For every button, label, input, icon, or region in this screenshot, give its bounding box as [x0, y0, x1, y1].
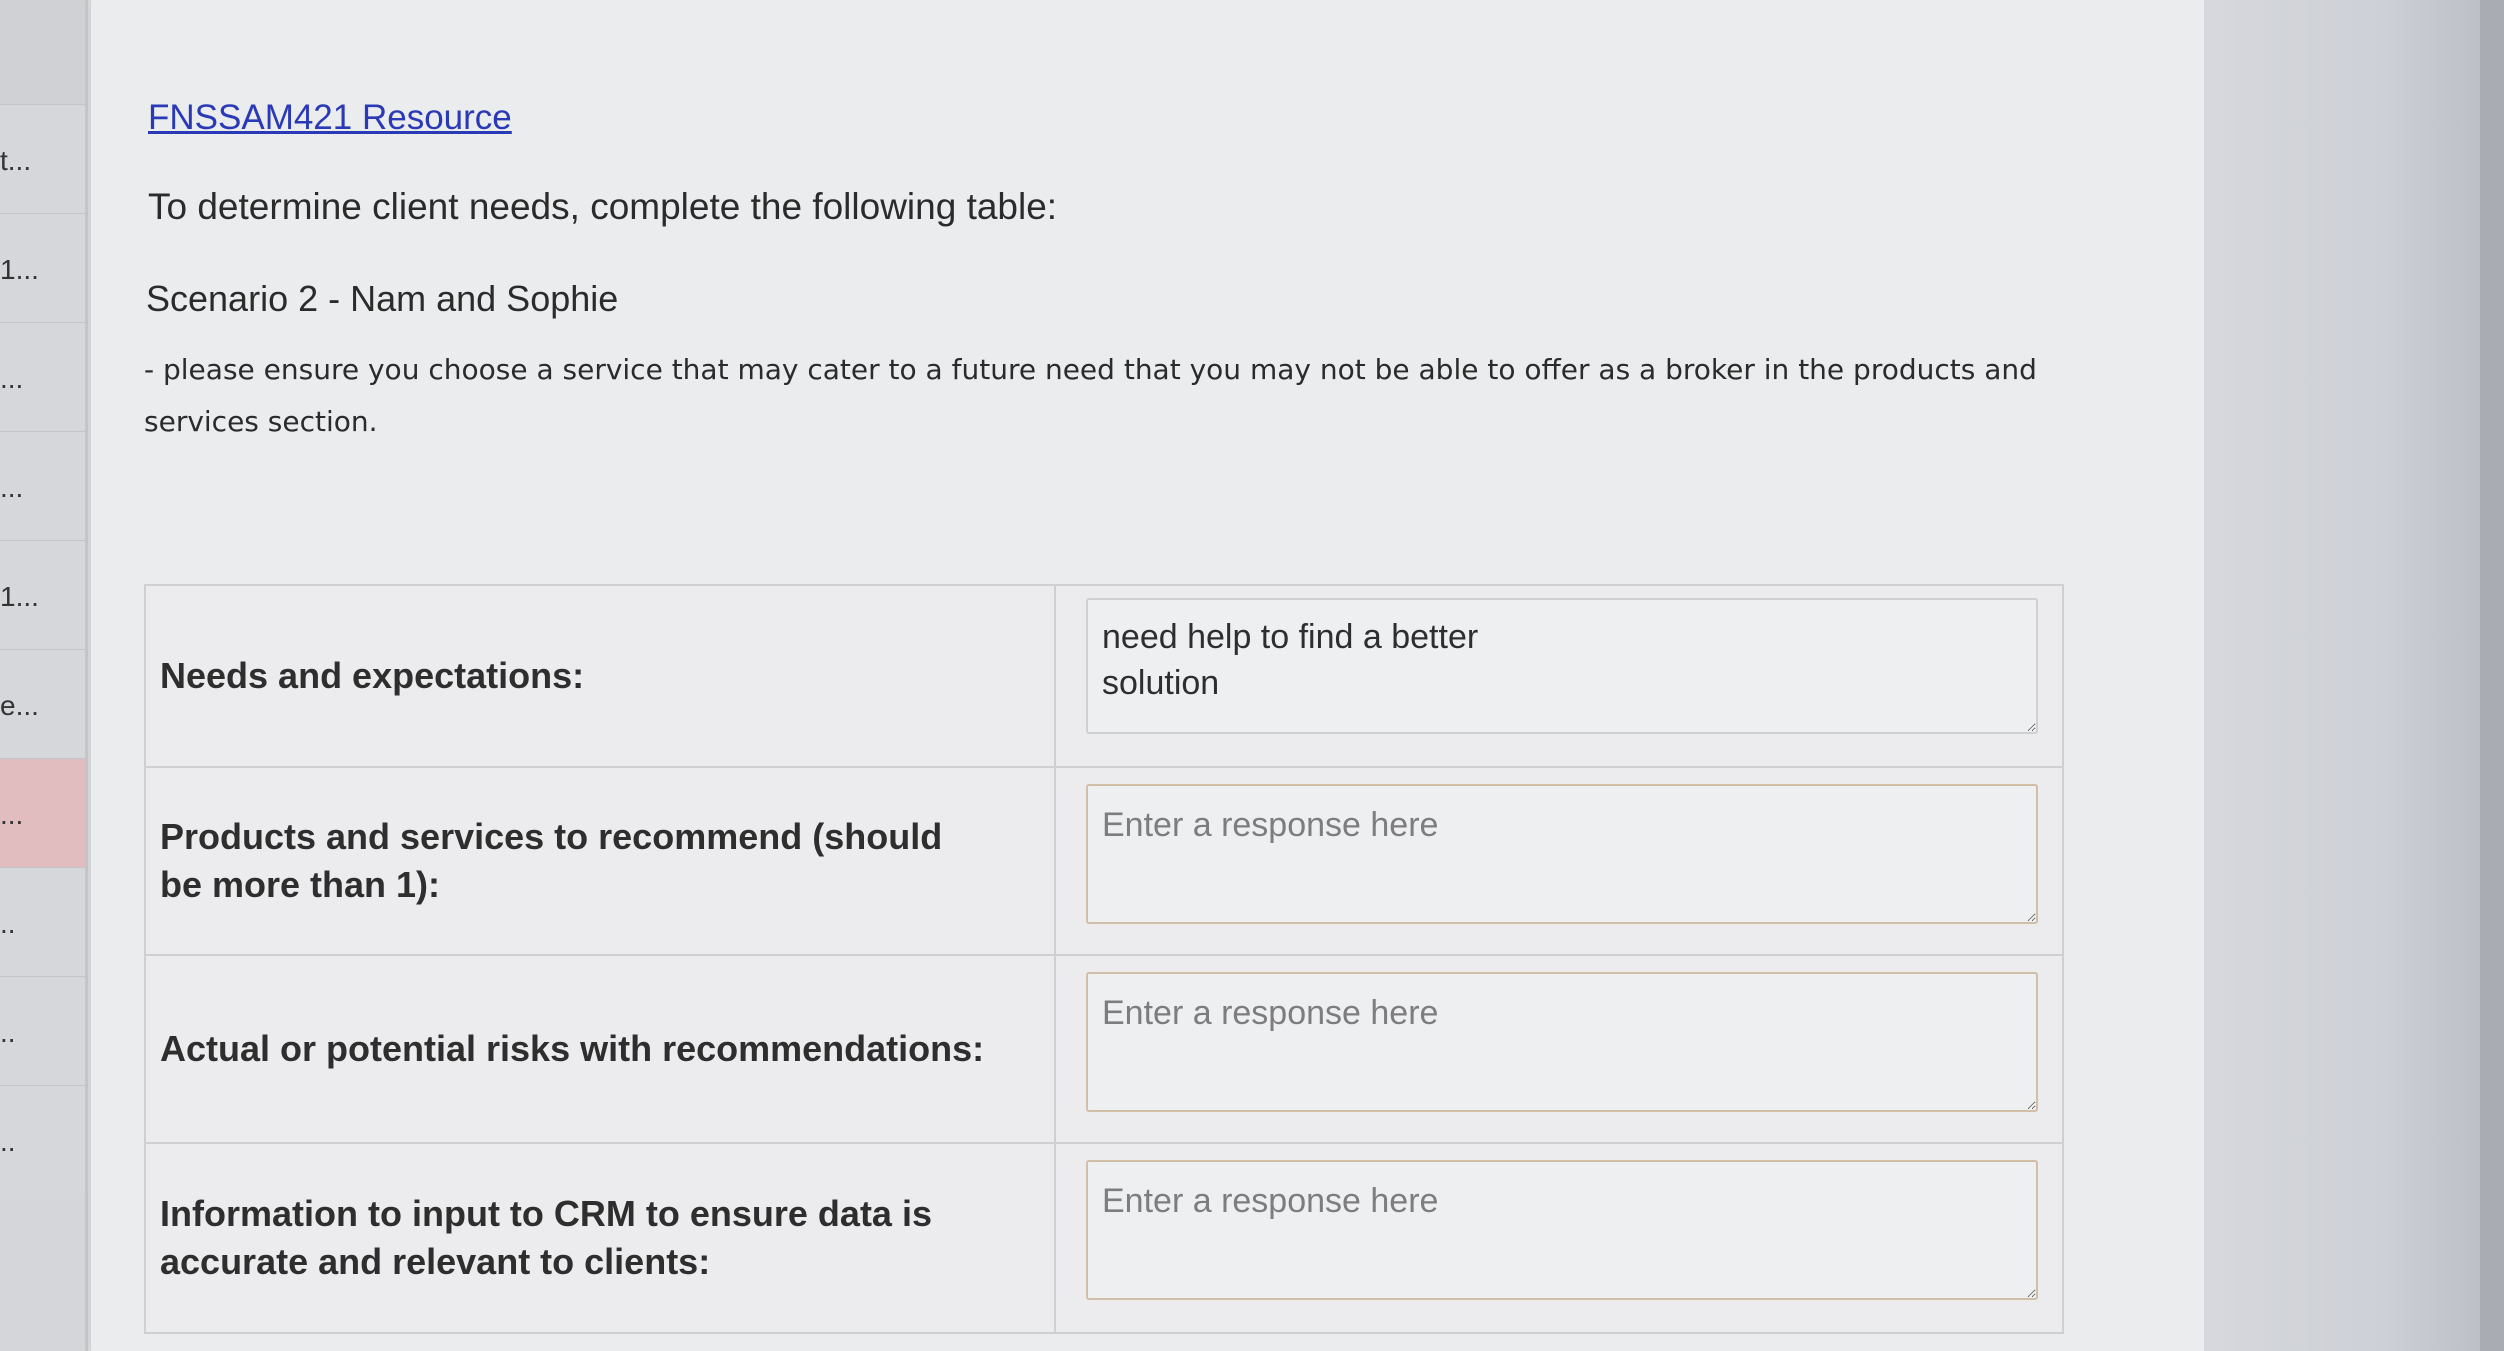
sidebar-item[interactable]: ..: [0, 1085, 85, 1194]
row-label: Information to input to CRM to ensure da…: [146, 1144, 1056, 1332]
sidebar-item[interactable]: ...: [0, 322, 85, 431]
note-text: - please ensure you choose a service tha…: [144, 353, 2037, 438]
row-label: Needs and expectations:: [146, 586, 1056, 766]
sidebar-item-active[interactable]: ...: [0, 758, 85, 867]
response-cell: [1056, 1144, 2062, 1332]
sidebar-item[interactable]: 1...: [0, 213, 85, 322]
table-row: Needs and expectations: need help to fin…: [146, 586, 2062, 768]
resource-link[interactable]: FNSSAM421 Resource: [148, 98, 512, 138]
sidebar-item[interactable]: ..: [0, 976, 85, 1085]
table-row: Information to input to CRM to ensure da…: [146, 1144, 2062, 1332]
risks-response-field[interactable]: [1086, 972, 2038, 1112]
sidebar-item[interactable]: ...: [0, 431, 85, 540]
response-cell: [1056, 956, 2062, 1142]
crm-response-field[interactable]: [1086, 1160, 2038, 1300]
table-row: Actual or potential risks with recommend…: [146, 956, 2062, 1144]
right-panel: [2204, 0, 2504, 1351]
sidebar-item[interactable]: ..: [0, 867, 85, 976]
response-cell: need help to find a better solution: [1056, 586, 2062, 766]
sidebar-item[interactable]: 1...: [0, 540, 85, 649]
scenario-title: Scenario 2 - Nam and Sophie: [146, 278, 619, 319]
left-sidebar: t... 1... ... ... 1... e... ... .. .. ..: [0, 0, 88, 1351]
sidebar-header: [0, 0, 85, 104]
instruction-text: To determine client needs, complete the …: [148, 186, 1058, 227]
row-label: Actual or potential risks with recommend…: [146, 956, 1056, 1142]
client-needs-table: Needs and expectations: need help to fin…: [144, 584, 2064, 1334]
scrollbar[interactable]: [2480, 0, 2504, 1351]
response-cell: [1056, 768, 2062, 954]
table-row: Products and services to recommend (shou…: [146, 768, 2062, 956]
sidebar-item[interactable]: t...: [0, 104, 85, 213]
sidebar-item[interactable]: e...: [0, 649, 85, 758]
needs-response-field[interactable]: need help to find a better solution: [1086, 598, 2038, 734]
row-label: Products and services to recommend (shou…: [146, 768, 1056, 954]
products-response-field[interactable]: [1086, 784, 2038, 924]
